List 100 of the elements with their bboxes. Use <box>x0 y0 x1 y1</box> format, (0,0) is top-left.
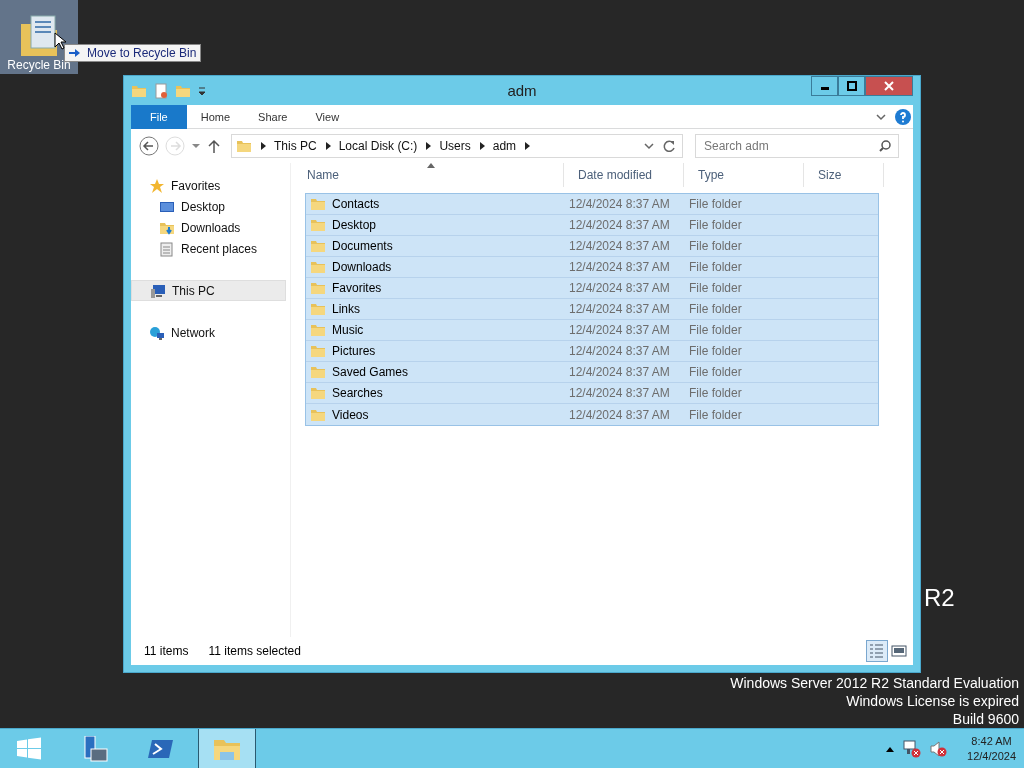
column-header[interactable]: Name <box>293 163 564 187</box>
type-cell-text: File folder <box>688 344 743 358</box>
refresh-icon[interactable] <box>662 139 676 153</box>
file-row[interactable]: Desktop 12/4/2024 8:37 AM File folder <box>306 215 878 236</box>
recent-places-icon <box>159 240 175 257</box>
type-cell-text: File folder <box>688 323 743 337</box>
folder-icon <box>310 196 326 212</box>
breadcrumb-item[interactable]: This PC <box>274 139 317 153</box>
date-cell-text: 12/4/2024 8:37 AM <box>568 197 671 211</box>
status-text: 11 items <box>144 644 189 658</box>
ribbon-tab[interactable]: Home <box>186 104 245 129</box>
close-button[interactable] <box>865 76 913 96</box>
date-cell-text: 12/4/2024 8:37 AM <box>568 323 671 337</box>
clock-time: 8:42 AM <box>971 733 1012 749</box>
large-icons-view-icon <box>890 642 908 660</box>
clock[interactable]: 8:42 AM 12/4/2024 <box>967 733 1016 764</box>
file-row[interactable]: Links 12/4/2024 8:37 AM File folder <box>306 299 878 320</box>
minimize-button[interactable] <box>811 76 838 96</box>
nav-item[interactable]: Desktop <box>131 196 290 217</box>
folder-icon <box>310 259 326 275</box>
folder-icon <box>310 322 326 338</box>
details-view-icon <box>868 642 886 660</box>
watermark-text: Windows License is expired <box>846 692 1019 710</box>
breadcrumb-arrow-icon[interactable] <box>477 141 486 151</box>
star-icon <box>149 177 165 194</box>
date-cell-text: 12/4/2024 8:37 AM <box>568 239 671 253</box>
network-error-icon[interactable] <box>903 739 922 758</box>
nav-item[interactable]: Downloads <box>131 217 290 238</box>
column-header-label: Date modified <box>578 168 653 182</box>
date-cell-text: 12/4/2024 8:37 AM <box>568 281 671 295</box>
search-field[interactable]: Search adm <box>695 134 899 158</box>
file-name: Music <box>332 323 364 337</box>
maximize-icon <box>846 81 857 91</box>
desktop-icon[interactable]: Recycle Bin <box>0 0 78 74</box>
file-name: Saved Games <box>332 365 409 379</box>
breadcrumb-item[interactable]: Users <box>439 139 471 153</box>
date-cell-text: 12/4/2024 8:37 AM <box>568 407 671 422</box>
ribbon-tab[interactable]: File <box>131 104 187 129</box>
volume-muted-icon[interactable] <box>929 739 948 758</box>
file-row[interactable]: Downloads 12/4/2024 8:37 AM File folder <box>306 257 878 278</box>
ribbon-tab[interactable]: Share <box>244 104 302 129</box>
status-text: 11 items selected <box>208 644 301 658</box>
file-row[interactable]: Pictures 12/4/2024 8:37 AM File folder <box>306 341 878 362</box>
ribbon-tab[interactable]: View <box>301 104 354 129</box>
properties-icon[interactable] <box>153 82 169 99</box>
watermark-text: Windows Server 2012 R2 Standard Evaluation <box>730 674 1019 692</box>
computer-icon <box>150 282 166 299</box>
type-cell-text: File folder <box>688 365 743 379</box>
file-row[interactable]: Music 12/4/2024 8:37 AM File folder <box>306 320 878 341</box>
column-header[interactable]: Type <box>684 163 804 187</box>
file-row[interactable]: Saved Games 12/4/2024 8:37 AM File folder <box>306 362 878 383</box>
address-bar[interactable]: This PC Local Disk (C:) Users adm <box>231 134 683 158</box>
type-cell-text: File folder <box>688 218 743 232</box>
file-name: Contacts <box>332 197 380 211</box>
column-header[interactable]: Date modified <box>564 163 684 187</box>
file-name: Searches <box>332 386 383 400</box>
date-cell-text: 12/4/2024 8:37 AM <box>568 344 671 358</box>
nav-item[interactable]: This PC <box>131 280 286 301</box>
file-row[interactable]: Favorites 12/4/2024 8:37 AM File folder <box>306 278 878 299</box>
breadcrumb-arrow-icon[interactable] <box>523 141 532 151</box>
type-cell-text: File folder <box>688 386 743 400</box>
file-row[interactable]: Contacts 12/4/2024 8:37 AM File folder <box>306 194 878 215</box>
sort-arrow-icon <box>427 163 435 168</box>
column-header-label: Name <box>307 168 339 182</box>
date-cell-text: 12/4/2024 8:37 AM <box>568 218 671 232</box>
search-icon <box>879 140 891 152</box>
close-icon <box>884 81 894 91</box>
nav-item[interactable]: Favorites <box>131 175 290 196</box>
breadcrumb-arrow-icon[interactable] <box>259 141 267 151</box>
help-icon[interactable] <box>895 108 911 125</box>
chevron-icon[interactable] <box>643 141 655 151</box>
file-name: Documents <box>332 239 393 253</box>
dropdown-icon[interactable] <box>191 141 201 151</box>
folder-icon <box>310 385 326 401</box>
breadcrumb-item[interactable]: Local Disk (C:) <box>338 139 418 153</box>
server-toolbox-icon <box>81 735 109 762</box>
file-row[interactable]: Documents 12/4/2024 8:37 AM File folder <box>306 236 878 257</box>
watermark-text: Build 9600 <box>952 710 1019 728</box>
folder-icon <box>236 138 252 154</box>
file-row[interactable]: Searches 12/4/2024 8:37 AM File folder <box>306 383 878 404</box>
up-icon[interactable] <box>207 138 221 154</box>
file-name: Favorites <box>332 281 382 295</box>
column-header-label: Size <box>818 168 842 182</box>
watermark-text: R2 <box>924 584 955 612</box>
clock-date: 12/4/2024 <box>967 748 1016 764</box>
maximize-button[interactable] <box>838 76 865 96</box>
breadcrumb-arrow-icon[interactable] <box>424 141 433 151</box>
column-header[interactable]: Size <box>804 163 884 187</box>
back-icon[interactable] <box>139 136 159 156</box>
taskbar-button[interactable] <box>198 729 256 768</box>
nav-item[interactable]: Network <box>131 322 290 343</box>
folder-icon <box>310 280 326 296</box>
nav-item[interactable]: Recent places <box>131 238 290 259</box>
folder-icon <box>310 217 326 233</box>
type-cell-text: File folder <box>688 281 743 295</box>
breadcrumb-arrow-icon[interactable] <box>323 141 332 151</box>
column-header-label: Type <box>698 168 724 182</box>
folder-icon <box>310 364 326 380</box>
file-row[interactable]: Videos 12/4/2024 8:37 AM File folder <box>306 404 878 425</box>
breadcrumb-item[interactable]: adm <box>492 139 517 153</box>
